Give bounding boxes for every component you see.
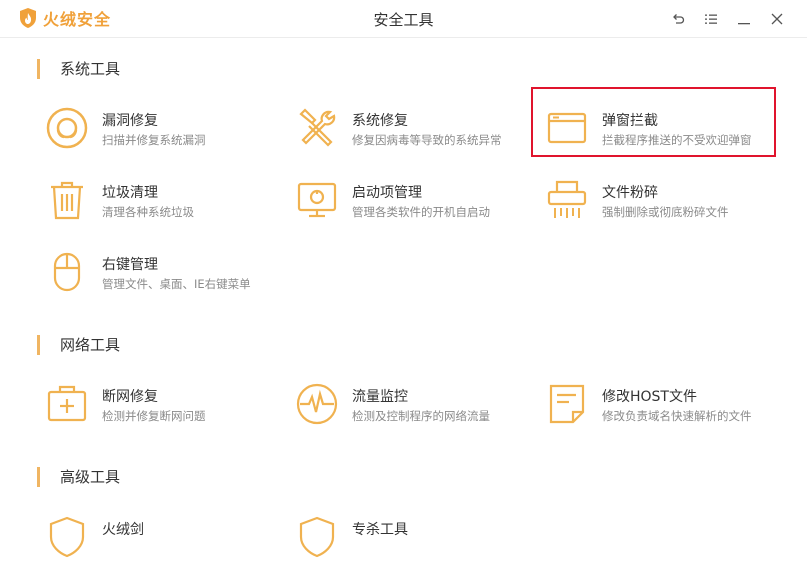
tool-desc: 清理各种系统垃圾: [102, 205, 194, 219]
trash-can-icon: [51, 181, 83, 220]
minimize-button[interactable]: [727, 8, 760, 30]
menu-button[interactable]: [694, 8, 727, 30]
tool-name: 流量监控: [352, 389, 408, 405]
section-title-network-tools: 网络工具: [37, 335, 120, 355]
tool-desc: 管理各类软件的开机自启动: [352, 205, 490, 219]
close-button[interactable]: [760, 8, 793, 30]
shield-icon: [49, 516, 85, 558]
tool-context-menu-manager[interactable]: 右键管理 管理文件、桌面、IE右键菜单: [45, 250, 290, 302]
tool-system-repair[interactable]: 系统修复 修复因病毒等导致的系统异常: [295, 106, 540, 158]
tool-desc: 管理文件、桌面、IE右键菜单: [102, 277, 251, 291]
tool-desc: 检测及控制程序的网络流量: [352, 409, 490, 423]
host-file-icon: [549, 384, 585, 424]
tool-name: 断网修复: [102, 389, 158, 405]
close-icon: [771, 13, 782, 25]
tool-traffic-monitor[interactable]: 流量监控 检测及控制程序的网络流量: [295, 382, 540, 434]
tool-name: 右键管理: [102, 257, 158, 273]
shield-icon: [299, 516, 335, 558]
first-aid-kit-icon: [47, 385, 87, 422]
tool-name: 文件粉碎: [602, 185, 658, 201]
undo-arrow-icon: [672, 14, 684, 24]
tool-edit-host-file[interactable]: 修改HOST文件 修改负责域名快速解析的文件: [545, 382, 790, 434]
mouse-icon: [53, 252, 81, 292]
tool-huorong-sword[interactable]: 火绒剑: [45, 515, 290, 567]
tool-network-repair[interactable]: 断网修复 检测并修复断网问题: [45, 382, 290, 434]
highlight-box: [531, 87, 776, 157]
section-title-system-tools: 系统工具: [37, 59, 120, 79]
minimize-icon: [737, 23, 750, 25]
tool-junk-clean[interactable]: 垃圾清理 清理各种系统垃圾: [45, 178, 290, 230]
tool-desc: 强制删除或彻底粉碎文件: [602, 205, 729, 219]
traffic-wave-icon: [296, 383, 338, 425]
tool-name: 火绒剑: [102, 522, 144, 538]
tool-name: 系统修复: [352, 113, 408, 129]
tool-special-killer[interactable]: 专杀工具: [295, 515, 540, 567]
wrench-screwdriver-icon: [299, 108, 336, 147]
monitor-startup-icon: [297, 182, 337, 218]
list-menu-icon: [704, 14, 717, 24]
tool-startup-manager[interactable]: 启动项管理 管理各类软件的开机自启动: [295, 178, 540, 230]
tool-file-shredder[interactable]: 文件粉碎 强制删除或彻底粉碎文件: [545, 178, 790, 230]
tool-desc: 修改负责域名快速解析的文件: [602, 409, 752, 423]
vulnerability-repair-icon: [46, 107, 88, 149]
tool-name: 启动项管理: [352, 185, 422, 201]
tool-desc: 检测并修复断网问题: [102, 409, 206, 423]
title-bar: 火绒安全 安全工具: [0, 0, 807, 38]
tool-name: 修改HOST文件: [602, 389, 697, 405]
tool-vulnerability-repair[interactable]: 漏洞修复 扫描并修复系统漏洞: [45, 106, 290, 158]
section-title-advanced-tools: 高级工具: [37, 467, 120, 487]
back-button[interactable]: [661, 8, 694, 30]
shredder-icon: [547, 180, 587, 218]
tool-name: 漏洞修复: [102, 113, 158, 129]
tool-desc: 扫描并修复系统漏洞: [102, 133, 206, 147]
tool-name: 垃圾清理: [102, 185, 158, 201]
tool-desc: 修复因病毒等导致的系统异常: [352, 133, 502, 147]
tool-name: 专杀工具: [352, 522, 408, 538]
